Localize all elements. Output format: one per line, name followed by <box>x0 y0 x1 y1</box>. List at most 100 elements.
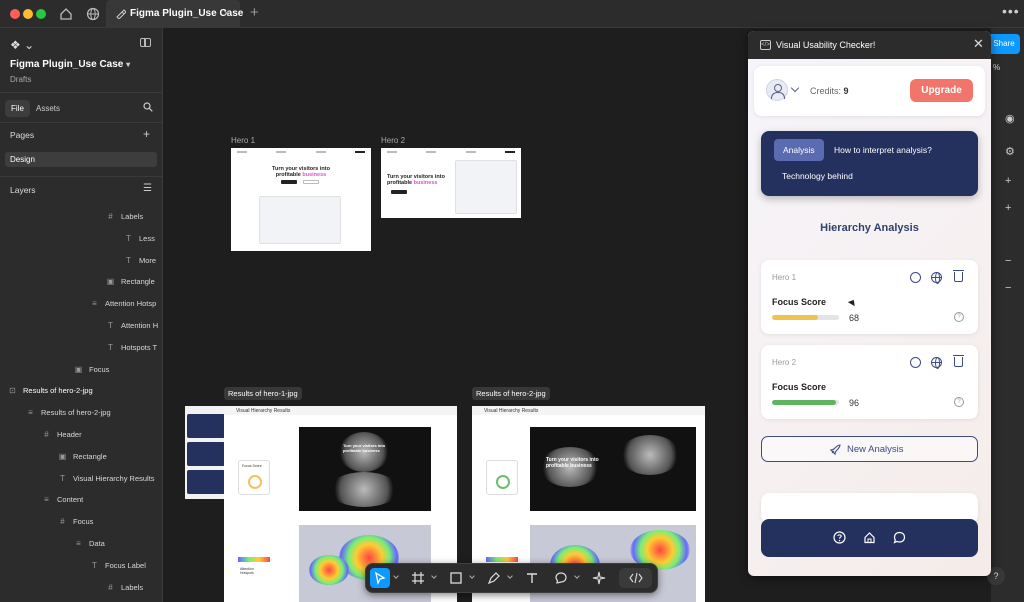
comment-tool[interactable] <box>551 568 571 588</box>
close-icon[interactable]: ✕ <box>973 37 984 50</box>
layer-row[interactable]: ⊡ Results of hero-2-jpg <box>8 386 92 400</box>
mini-nav <box>387 151 515 155</box>
focus-target-icon[interactable] <box>910 272 921 283</box>
actions-tool[interactable] <box>589 568 609 588</box>
layer-row[interactable]: ≡ Attention Hotsp <box>90 299 156 313</box>
results-label-hero-1[interactable]: Results of hero-1-jpg <box>224 387 302 400</box>
help-circle-icon[interactable]: ? <box>954 397 964 407</box>
user-avatar-icon[interactable] <box>766 79 788 101</box>
comment-icon <box>555 572 567 584</box>
close-tab-icon[interactable]: × <box>223 7 230 19</box>
tab-how-to-interpret[interactable]: How to interpret analysis? <box>834 145 932 155</box>
trash-icon[interactable] <box>953 270 964 282</box>
frame-tool[interactable] <box>408 568 428 588</box>
maximize-window-button[interactable] <box>36 9 46 19</box>
move-tool[interactable] <box>370 568 390 588</box>
eye-icon[interactable]: ◉ <box>1005 114 1015 125</box>
share-button[interactable]: Share <box>988 34 1020 54</box>
mini-dashboard <box>259 196 341 244</box>
globe-icon[interactable] <box>85 6 101 22</box>
layer-row[interactable]: T More <box>124 256 156 270</box>
text-tool[interactable] <box>522 568 542 588</box>
heat-legend <box>486 557 518 562</box>
layer-label: Labels <box>121 212 144 221</box>
chat-icon[interactable] <box>893 531 906 544</box>
tab-analysis[interactable]: Analysis <box>774 139 824 161</box>
text-icon: T <box>126 233 131 243</box>
tab-file[interactable]: File <box>5 100 30 117</box>
mini-dashboard <box>455 160 517 214</box>
chevron-down-icon: ▾ <box>126 60 131 69</box>
shape-tool[interactable] <box>446 568 466 588</box>
layer-row[interactable]: # Labels <box>106 583 143 597</box>
layer-label: Header <box>57 430 82 439</box>
tab-technology-behind[interactable]: Technology behind <box>782 171 853 181</box>
new-tab-button[interactable]: + <box>250 5 259 20</box>
results-header: Visual Hierarchy Results <box>472 406 705 415</box>
pen-tool[interactable] <box>484 568 504 588</box>
add-icon[interactable]: + <box>1005 176 1011 187</box>
results-label-hero-2[interactable]: Results of hero-2-jpg <box>472 387 550 400</box>
layer-row[interactable]: # Labels <box>106 212 143 226</box>
layer-row[interactable]: T Hotspots T <box>106 343 157 357</box>
tab-assets[interactable]: Assets <box>30 100 66 117</box>
layer-row[interactable]: ≡ Results of hero-2-jpg <box>26 408 110 422</box>
mini-cta-secondary <box>303 180 319 184</box>
new-analysis-button[interactable]: New Analysis <box>761 436 978 462</box>
help-circle-icon[interactable]: ? <box>954 312 964 322</box>
close-window-button[interactable] <box>10 9 20 19</box>
zoom-level[interactable]: % <box>993 63 1000 72</box>
layer-row[interactable]: T Attention H <box>106 321 158 335</box>
heatmap-text-line2: profitable business <box>546 463 592 469</box>
results-header: Visual Hierarchy Results <box>224 406 457 415</box>
remove-icon[interactable]: − <box>1005 256 1011 267</box>
layer-row[interactable]: ▣ Focus <box>74 365 110 379</box>
auto-layout-icon: ≡ <box>92 299 97 309</box>
frame-hero-1[interactable]: Turn your visitors into profitable busine… <box>231 148 371 251</box>
frame-hero-2[interactable]: Turn your visitors into profitable busine… <box>381 148 521 218</box>
plugin-header: </> Visual Usability Checker! ✕ <box>748 31 991 59</box>
focus-score-box <box>486 460 518 495</box>
layer-row[interactable]: ≡ Content <box>42 495 83 509</box>
layer-row[interactable]: # Header <box>42 430 82 444</box>
layer-row[interactable]: ≡ Data <box>74 539 105 553</box>
layer-row[interactable]: # Focus <box>58 517 93 531</box>
globe-icon[interactable] <box>931 272 942 284</box>
result-card-hero-1[interactable]: Hero 1 Focus Score 68 ? <box>761 260 978 334</box>
plugin-nav: Analysis How to interpret analysis? Tech… <box>761 131 978 196</box>
add-icon[interactable]: + <box>1005 203 1011 214</box>
layer-row[interactable]: ▣ Rectangle <box>58 452 107 466</box>
dev-mode-toggle[interactable] <box>619 568 652 588</box>
adjust-icon[interactable]: ⚙ <box>1005 147 1015 158</box>
minimize-window-button[interactable] <box>23 9 33 19</box>
page-design[interactable]: Design <box>5 152 157 167</box>
home-icon[interactable] <box>58 6 74 22</box>
tab-figma-plugin-use-case[interactable]: Figma Plugin_Use Case × <box>106 0 243 28</box>
layer-row[interactable]: T Less <box>124 234 155 248</box>
layer-row[interactable]: T Visual Hierarchy Results <box>58 474 155 488</box>
mini-cta <box>281 180 297 184</box>
upgrade-button[interactable]: Upgrade <box>910 79 973 102</box>
help-icon[interactable] <box>833 531 846 544</box>
text-icon: T <box>92 560 97 570</box>
remove-icon[interactable]: − <box>1005 283 1011 294</box>
layer-sort-icon[interactable]: ☰ <box>143 183 152 195</box>
project-location: Drafts <box>10 75 32 84</box>
layer-row[interactable]: ▣ Rectangle <box>106 277 155 291</box>
figma-menu-icon[interactable]: ❖ ⌄ <box>10 38 34 52</box>
more-options-icon[interactable]: ••• <box>1002 3 1020 19</box>
layer-row[interactable]: T Focus Label <box>90 561 146 575</box>
frame-label-hero-1[interactable]: Hero 1 <box>231 136 255 145</box>
focus-score-bar <box>772 315 839 320</box>
focus-target-icon[interactable] <box>910 357 921 368</box>
toggle-sidebar-icon[interactable] <box>140 38 151 47</box>
mini-cta <box>391 190 407 194</box>
result-card-hero-2[interactable]: Hero 2 Focus Score 96 ? <box>761 345 978 419</box>
search-icon[interactable] <box>143 102 153 112</box>
add-page-icon[interactable]: + <box>143 128 150 140</box>
globe-icon[interactable] <box>931 357 942 369</box>
project-title[interactable]: Figma Plugin_Use Case ▾ <box>10 59 130 70</box>
trash-icon[interactable] <box>953 355 964 367</box>
home-icon[interactable] <box>863 531 876 544</box>
frame-label-hero-2[interactable]: Hero 2 <box>381 136 405 145</box>
